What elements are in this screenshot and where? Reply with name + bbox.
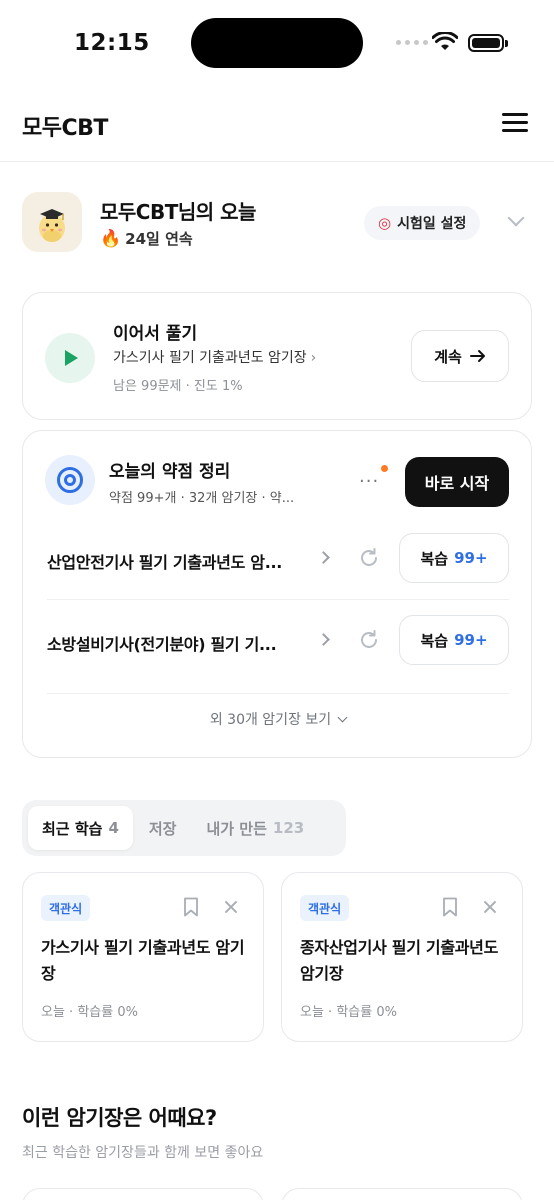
tab-my-decks[interactable]: 내가 만든 123 [192,806,318,850]
continue-button[interactable]: 계속 [411,330,509,382]
tab-saved[interactable]: 저장 [135,806,191,850]
exam-date-button[interactable]: ◎ 시험일 설정 [364,206,481,240]
deck-meta: 오늘 · 학습률 0% [41,1005,138,1020]
dart-target-icon: ◎ [378,214,392,232]
recommend-title: 이런 암기장은 어때요? [22,1106,217,1130]
notification-dot [381,465,388,472]
battery-icon [468,34,508,52]
deck-name: 산업안전기사 필기 기출과년도 암... [47,553,283,572]
recommend-subtitle: 최근 학습한 암기장들과 함께 보면 좋아요 [22,1145,264,1161]
weak-title: 오늘의 약점 정리 [109,462,231,482]
close-icon[interactable] [480,897,500,917]
recent-deck-card[interactable]: 객관식 가스기사 필기 기출과년도 암기장 오늘 · 학습률 0% [22,872,264,1042]
tab-count: 123 [272,819,305,837]
tab-recent[interactable]: 최근 학습 4 [28,806,133,850]
study-tabs: 최근 학습 4 저장 내가 만든 123 [22,800,346,856]
show-more-label: 외 30개 암기장 보기 [209,712,332,728]
signal-icon [396,40,428,45]
review-label: 복습 [420,631,449,650]
tab-count: 4 [108,819,119,837]
exam-date-label: 시험일 설정 [397,216,467,232]
continue-label: 계속 [434,347,462,366]
arrow-right-icon [469,350,485,362]
close-icon[interactable] [221,897,241,917]
status-time: 12:15 [74,30,150,56]
resume-progress: 남은 99문제 · 진도 1% [113,379,243,394]
chevron-down-icon[interactable] [507,209,525,227]
chevron-right-icon: › [310,350,317,366]
deck-meta: 오늘 · 학습률 0% [300,1005,397,1020]
more-options-icon[interactable]: ··· [359,471,379,492]
deck-title: 가스기사 필기 기출과년도 암기장 [41,938,245,983]
chevron-down-icon [337,712,348,723]
tab-label: 최근 학습 [42,819,103,838]
tab-label: 내가 만든 [206,819,267,838]
refresh-icon[interactable] [357,546,381,570]
dynamic-island [191,18,363,68]
app-header: 모두CBT [0,96,554,162]
fire-icon: 🔥 [100,228,122,249]
deck-title: 종자산업기사 필기 기출과년도 암기장 [300,938,499,983]
chevron-right-icon [317,633,330,646]
deck-name: 소방설비기사(전기분야) 필기 기... [47,635,277,654]
recommend-card[interactable] [22,1188,264,1200]
target-icon [45,455,95,505]
recent-decks-carousel[interactable]: 객관식 가스기사 필기 기출과년도 암기장 오늘 · 학습률 0% 객관식 종자… [22,872,554,1044]
divider [47,693,509,694]
chevron-right-icon [317,551,330,564]
resume-card[interactable]: 이어서 풀기 가스기사 필기 기출과년도 암기장 › 남은 99문제 · 진도 1… [22,292,532,420]
resume-deck-link[interactable]: 가스기사 필기 기출과년도 암기장 › [113,347,316,367]
play-icon [45,333,95,383]
refresh-icon[interactable] [357,628,381,652]
chick-graduate-icon [39,209,65,242]
weak-subtitle: 약점 99+개 · 32개 암기장 · 약... [109,491,295,506]
deck-type-badge: 객관식 [300,895,350,921]
review-button[interactable]: 복습 99+ [399,615,509,665]
weak-deck-row[interactable]: 산업안전기사 필기 기출과년도 암... 복습 99+ [47,529,509,589]
streak-label: 🔥 24일 연속 [100,228,193,249]
profile-section: 모두CBT님의 오늘 🔥 24일 연속 ◎ 시험일 설정 [22,190,532,254]
wifi-icon [432,32,458,50]
bookmark-icon[interactable] [183,897,199,917]
divider [47,599,509,600]
review-count: 99+ [454,549,488,567]
hamburger-menu-icon[interactable] [500,110,530,134]
recent-deck-card[interactable]: 객관식 종자산업기사 필기 기출과년도 암기장 오늘 · 학습률 0% [281,872,523,1042]
review-label: 복습 [420,549,449,568]
bookmark-icon[interactable] [442,897,458,917]
recommend-card[interactable] [281,1188,523,1200]
resume-title: 이어서 풀기 [113,324,198,344]
tab-label: 저장 [148,819,177,838]
app-logo[interactable]: 모두CBT [22,110,108,142]
streak-text: 24일 연속 [125,230,193,248]
avatar [22,192,82,252]
review-count: 99+ [454,631,488,649]
review-button[interactable]: 복습 99+ [399,533,509,583]
greeting-title: 모두CBT님의 오늘 [100,200,256,224]
status-bar: 12:15 [0,0,554,88]
resume-deck-name: 가스기사 필기 기출과년도 암기장 [113,350,307,366]
start-now-button[interactable]: 바로 시작 [405,457,509,507]
deck-type-badge: 객관식 [41,895,91,921]
weak-deck-row[interactable]: 소방설비기사(전기분야) 필기 기... 복습 99+ [47,611,509,671]
weak-points-card: 오늘의 약점 정리 약점 99+개 · 32개 암기장 · 약... ··· 바… [22,430,532,758]
show-more-decks-link[interactable]: 외 30개 암기장 보기 [23,709,533,729]
